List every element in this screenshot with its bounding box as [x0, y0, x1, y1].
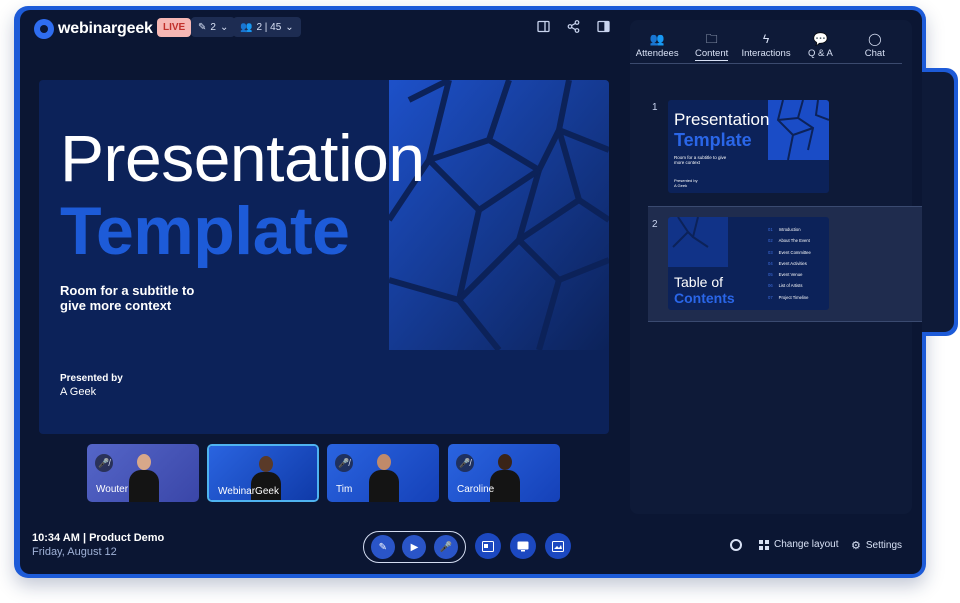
participant-name: Tim — [336, 484, 353, 495]
thumbnail-presenter: A Geek — [674, 183, 688, 188]
slide-subtitle-line: Room for a subtitle to — [60, 283, 195, 298]
tab-label: Attendees — [635, 48, 679, 59]
tab-interactions[interactable]: ϟ Interactions — [739, 30, 793, 63]
slide-subtitle: Room for a subtitle to give more context — [60, 283, 240, 313]
thumbnail-decoration-image — [668, 217, 728, 267]
presenters-count: 2 — [210, 21, 216, 33]
panel-tabs: 👥 Attendees 🗀 Content ϟ Interactions 💬 Q… — [630, 30, 902, 64]
tab-label: Q & A — [808, 48, 833, 59]
webinar-window: webinargeek LIVE ✎ 2 ⌄ 👥 2 | 45 ⌄ Presen… — [20, 10, 922, 574]
chat-icon: ◯ — [868, 32, 882, 46]
thumbnail-title-accent: Contents — [674, 290, 735, 306]
change-layout-label: Change layout — [774, 539, 839, 550]
question-icon: 💬 — [812, 32, 828, 46]
chevron-down-icon: ⌄ — [285, 21, 294, 33]
brand-icon-button[interactable] — [730, 539, 742, 551]
camera-button[interactable]: ▶ — [402, 535, 427, 559]
tab-chat[interactable]: ◯ Chat — [848, 30, 902, 63]
logo: webinargeek — [34, 19, 153, 39]
tab-content[interactable]: 🗀 Content — [684, 30, 738, 63]
slide-thumbnail[interactable]: Table of Contents 01 Introduction 02 About… — [668, 217, 829, 310]
participant-video — [367, 452, 401, 502]
slide-number: 1 — [652, 102, 658, 113]
separator: | — [82, 532, 87, 544]
logo-text: webinargeek — [58, 20, 153, 37]
toc-item: 02 About The Event — [768, 238, 810, 244]
slide-thumbnail-row[interactable]: 1 Presentation Template Room for a subti… — [648, 90, 922, 206]
presentation-slide: Presentation Template Room for a subtitl… — [39, 80, 609, 434]
share-icon[interactable] — [566, 20, 580, 34]
chevron-down-icon: ⌄ — [219, 21, 229, 33]
toc-item: 05 Event Venue — [768, 272, 803, 278]
folder-icon: 🗀 — [705, 32, 718, 46]
thumbnail-subtitle: Room for a subtitle to give more context — [674, 155, 727, 165]
mic-muted-icon: 🎤̸ — [335, 454, 353, 472]
lightning-icon: ϟ — [762, 32, 770, 46]
gear-icon: ⚙ — [851, 540, 861, 552]
slide-number: 2 — [652, 219, 658, 230]
tab-label: Chat — [864, 48, 885, 59]
participant-tile[interactable]: 🎤̸ Caroline — [448, 444, 560, 502]
toc-item: 06 List of Artists — [768, 283, 803, 289]
media-button[interactable] — [545, 533, 571, 559]
toc-list: 01 Introduction 02 About The Event 03 Event… — [768, 227, 811, 306]
participant-tile[interactable]: WebinarGeek — [207, 444, 319, 502]
tab-qa[interactable]: 💬 Q & A — [793, 30, 847, 63]
attendees-count: 2 | 45 — [256, 21, 282, 33]
presented-by-label: Presented by — [60, 373, 123, 384]
attendees-pill[interactable]: 👥 2 | 45 ⌄ — [233, 17, 301, 37]
thumbnail-title-accent: Template — [674, 130, 752, 150]
people-icon: 👥 — [649, 32, 665, 46]
toc-item: 04 Event Activities — [768, 260, 807, 266]
toc-item: 03 Event Committee — [768, 249, 811, 255]
thumbnail-decoration-image — [768, 100, 829, 160]
participant-tile[interactable]: 🎤̸ Wouter — [87, 444, 199, 502]
screen-layout-button[interactable] — [475, 533, 501, 559]
people-icon: 👥 — [240, 21, 253, 33]
microphone-button[interactable]: 🎤 — [434, 535, 459, 559]
thumbnail-presented-by: Presented by A Geek — [674, 178, 698, 188]
slide-thumbnail-row-selected[interactable]: 2 Table of Contents 01 Introduction 02 Abo… — [648, 206, 922, 322]
share-screen-button[interactable] — [510, 533, 536, 559]
participant-video — [127, 452, 161, 502]
pen-button[interactable]: ✎ — [370, 535, 395, 559]
current-time: 10:34 AM — [32, 532, 80, 544]
participant-name: Caroline — [457, 484, 495, 495]
slide-subtitle-line: give more context — [60, 298, 172, 313]
mic-muted-icon: 🎤̸ — [95, 454, 113, 472]
tab-label: Interactions — [741, 48, 791, 59]
media-controls: ✎ ▶ 🎤 — [363, 531, 466, 563]
settings-label: Settings — [865, 540, 903, 551]
presenter-name: A Geek — [60, 386, 97, 398]
participant-name: WebinarGeek — [218, 486, 279, 497]
toc-item: 07 Project Timeline — [768, 294, 809, 300]
pen-icon: ✎ — [198, 21, 207, 33]
tab-label: Content — [694, 48, 729, 61]
session-title: Product Demo — [89, 532, 165, 544]
slide-title: Presentation — [60, 121, 425, 195]
presenters-pill[interactable]: ✎ 2 ⌄ — [191, 17, 236, 37]
slide-thumbnail[interactable]: Presentation Template Room for a subtitl… — [668, 100, 829, 193]
thumbnail-title: Table of — [674, 274, 724, 290]
participant-tile[interactable]: 🎤̸ Tim — [327, 444, 439, 502]
slide-title-accent: Template — [60, 193, 350, 269]
thumbnail-title: Presentation — [674, 110, 770, 129]
logo-mark-icon — [730, 539, 742, 551]
settings-button[interactable]: ⚙ Settings — [851, 539, 902, 552]
sidebar-right-icon[interactable] — [596, 20, 610, 34]
live-badge: LIVE — [157, 18, 192, 37]
layout-grid-icon — [759, 539, 769, 550]
tab-attendees[interactable]: 👥 Attendees — [630, 30, 684, 63]
sidebar-left-icon[interactable] — [536, 20, 550, 34]
session-date: Friday, August 12 — [32, 546, 117, 558]
change-layout-button[interactable]: Change layout — [759, 539, 839, 550]
participant-name: Wouter — [96, 484, 129, 495]
session-info: 10:34 AM | Product Demo — [32, 532, 164, 544]
mic-muted-icon: 🎤̸ — [456, 454, 474, 472]
logo-mark-icon — [34, 19, 54, 39]
toc-item: 01 Introduction — [768, 227, 801, 232]
